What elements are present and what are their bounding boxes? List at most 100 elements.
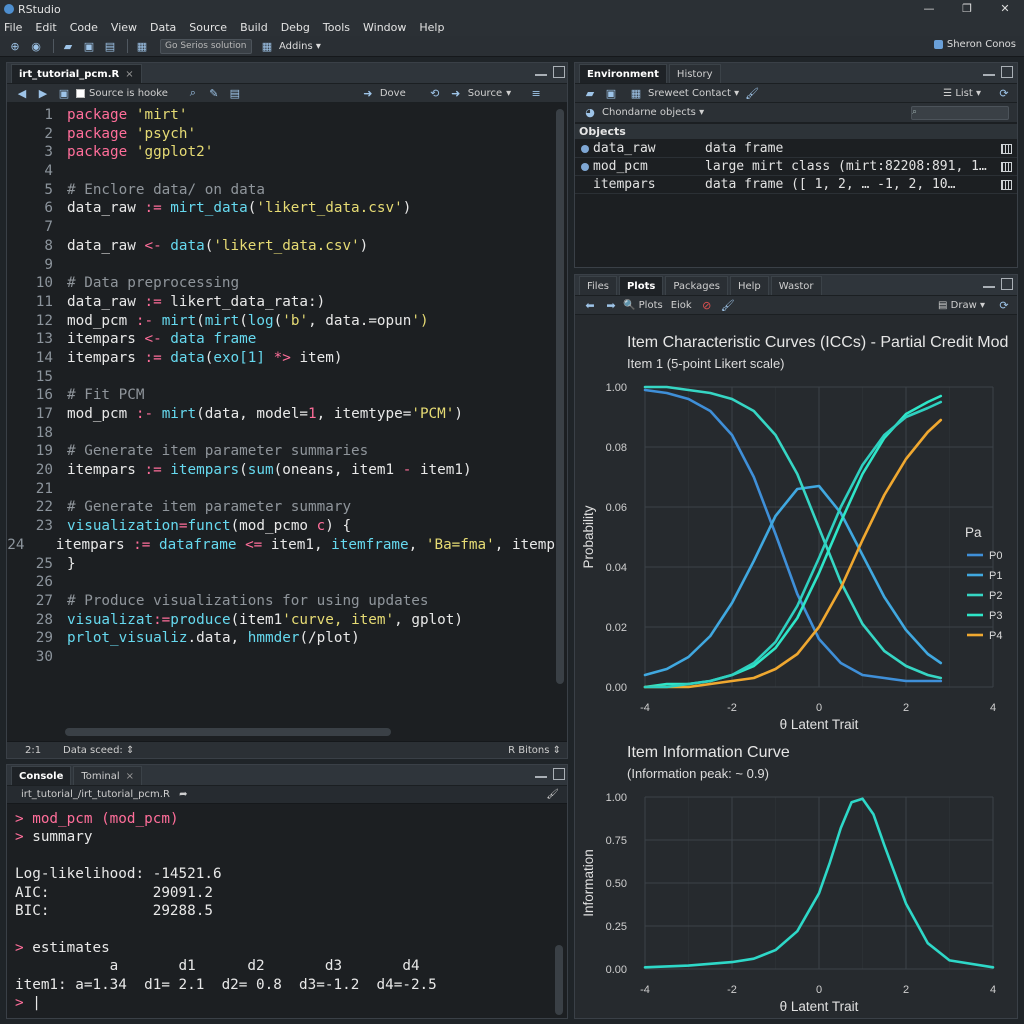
menu-view[interactable]: View — [111, 21, 137, 34]
code-line[interactable]: 7 — [7, 218, 555, 237]
refresh-plot-icon[interactable]: ⟳ — [995, 297, 1013, 313]
save-icon[interactable]: ▣ — [80, 38, 98, 54]
object-icon[interactable] — [581, 162, 589, 171]
environment-search-input[interactable]: ⌕ — [911, 105, 1009, 120]
menu-help[interactable]: Help — [419, 21, 444, 34]
env-object-row[interactable]: data_raw data frame — [575, 140, 1017, 158]
minimize-pane-icon[interactable] — [535, 776, 547, 778]
code-line[interactable]: 2 package 'psych' — [7, 125, 555, 144]
menu-debug[interactable]: Debg — [281, 21, 310, 34]
menu-window[interactable]: Window — [363, 21, 406, 34]
code-line[interactable]: 8 data_raw <- data('likert_data.csv') — [7, 237, 555, 256]
close-tab-icon[interactable]: × — [126, 767, 134, 786]
compile-report-icon[interactable]: ▤ — [226, 85, 244, 101]
addins-menu[interactable]: Addins ▾ — [279, 41, 321, 52]
dataframe-icon[interactable] — [581, 144, 589, 153]
new-file-icon[interactable]: ⊕ — [6, 38, 24, 54]
grid-icon[interactable]: ▦ — [258, 38, 276, 54]
code-line[interactable]: 23 visualization=funct(mod_pcmo c) { — [7, 517, 555, 536]
code-line[interactable]: 11 data_raw := likert_data_rata:) — [7, 293, 555, 312]
save-workspace-icon[interactable]: ▣ — [602, 85, 620, 101]
code-line[interactable]: 30 — [7, 648, 555, 667]
previous-plot-icon[interactable]: ⬅ — [581, 297, 599, 313]
minimize-pane-icon[interactable] — [983, 74, 995, 76]
draw-menu[interactable]: ▤ Draw ▾ — [938, 300, 985, 311]
env-object-row[interactable]: mod_pcm large mirt class (mirt:82208:891… — [575, 158, 1017, 176]
code-line[interactable]: 9 — [7, 256, 555, 275]
clear-plots-icon[interactable]: 🖌 — [719, 297, 737, 313]
tab-history[interactable]: History — [668, 64, 721, 83]
source-icon[interactable]: ➜ — [447, 85, 465, 101]
code-line[interactable]: 22 # Generate item parameter summary — [7, 498, 555, 517]
view-data-icon[interactable] — [1001, 143, 1012, 154]
open-file-icon[interactable]: ▰ — [59, 38, 77, 54]
code-line[interactable]: 27 # Produce visualizations for using upd… — [7, 592, 555, 611]
menu-data[interactable]: Data — [150, 21, 176, 34]
maximize-pane-icon[interactable] — [553, 768, 565, 780]
editor-horizontal-scrollbar[interactable] — [65, 728, 391, 736]
run-icon[interactable]: ➜ — [359, 85, 377, 101]
environment-scope-selector[interactable]: Chondarne objects ▾ — [602, 107, 704, 118]
magic-wand-icon[interactable]: ✎ — [205, 85, 223, 101]
menu-tools[interactable]: Tools — [323, 21, 350, 34]
remove-plot-icon[interactable]: ⊘ — [698, 297, 716, 313]
menu-edit[interactable]: Edit — [35, 21, 56, 34]
minimize-pane-icon[interactable] — [983, 286, 995, 288]
code-line[interactable]: 6 data_raw := mirt_data('likert_data.csv'… — [7, 199, 555, 218]
code-line[interactable]: 15 — [7, 368, 555, 387]
code-line[interactable]: 10 # Data preprocessing — [7, 274, 555, 293]
refresh-icon[interactable]: ⟳ — [995, 85, 1013, 101]
maximize-pane-icon[interactable] — [1001, 278, 1013, 290]
maximize-pane-icon[interactable] — [553, 66, 565, 78]
code-line[interactable]: 18 — [7, 424, 555, 443]
scope-selector[interactable]: Data sceed: ⇕ — [63, 745, 134, 756]
menu-source[interactable]: Source — [189, 21, 227, 34]
code-line[interactable]: 16 # Fit PCM — [7, 386, 555, 405]
code-line[interactable]: 25} — [7, 555, 555, 574]
tab-console[interactable]: Console — [11, 766, 72, 785]
tab-environment[interactable]: Environment — [579, 64, 667, 83]
export-button[interactable]: Eiok — [671, 300, 692, 311]
tab-help[interactable]: Help — [729, 276, 769, 295]
menu-file[interactable]: File — [4, 21, 22, 34]
code-line[interactable]: 17 mod_pcm :- mirt(data, model=1, itemtyp… — [7, 405, 555, 424]
code-line[interactable]: 3 package 'ggplot2' — [7, 143, 555, 162]
maximize-icon[interactable]: ❐ — [948, 0, 986, 18]
back-icon[interactable]: ◀ — [13, 85, 31, 101]
code-line[interactable]: 5 # Enclore data/ on data — [7, 181, 555, 200]
search-icon[interactable]: ⌕ — [184, 85, 202, 101]
code-line[interactable]: 20 itempars := itempars(sum(oneans, item1… — [7, 461, 555, 480]
tab-files[interactable]: Files — [579, 276, 617, 295]
clear-console-icon[interactable]: 🖌 — [546, 786, 559, 804]
view-data-icon[interactable] — [1001, 161, 1012, 172]
import-dataset-button[interactable]: Sreweet Contact ▾ — [648, 88, 739, 99]
goto-file-input[interactable]: Go Serios solution — [160, 38, 252, 54]
go-to-directory-icon[interactable]: ➦ — [179, 789, 187, 800]
outline-icon[interactable]: ≡ — [527, 85, 545, 101]
close-tab-icon[interactable]: × — [125, 65, 133, 84]
code-line[interactable]: 13 itempars <- data frame — [7, 330, 555, 349]
minimize-pane-icon[interactable] — [535, 74, 547, 76]
minimize-icon[interactable]: — — [910, 0, 948, 18]
tab-viewer[interactable]: Wastor — [770, 276, 822, 295]
next-plot-icon[interactable]: ➡ — [602, 297, 620, 313]
save-all-icon[interactable]: ▤ — [101, 38, 119, 54]
source-dropdown-icon[interactable]: ▾ — [506, 88, 511, 99]
list-view-button[interactable]: ☰ List ▾ — [943, 88, 981, 99]
new-project-icon[interactable]: ◉ — [27, 38, 45, 54]
code-line[interactable]: 4 — [7, 162, 555, 181]
plots-zoom-button[interactable]: 🔍 Plots — [623, 300, 663, 311]
editor-tab[interactable]: irt_tutorial_pcm.R × — [11, 64, 142, 83]
code-line[interactable]: 21 — [7, 480, 555, 499]
load-workspace-icon[interactable]: ▰ — [581, 85, 599, 101]
maximize-pane-icon[interactable] — [1001, 66, 1013, 78]
console-scrollbar[interactable] — [555, 945, 563, 1015]
code-line[interactable]: 28 visualizat:=produce(item1'curve, item'… — [7, 611, 555, 630]
tab-packages[interactable]: Packages — [665, 276, 728, 295]
save-icon[interactable]: ▣ — [55, 85, 73, 101]
menu-build[interactable]: Build — [240, 21, 268, 34]
code-line[interactable]: 24 itempars := dataframe <= item1, itemf… — [7, 536, 555, 555]
project-menu[interactable]: Sheron Conos — [933, 39, 1016, 50]
env-object-row[interactable]: itempars data frame ([ 1, 2, … -1, 2, 10… — [575, 176, 1017, 194]
rerun-icon[interactable]: ⟲ — [426, 85, 444, 101]
